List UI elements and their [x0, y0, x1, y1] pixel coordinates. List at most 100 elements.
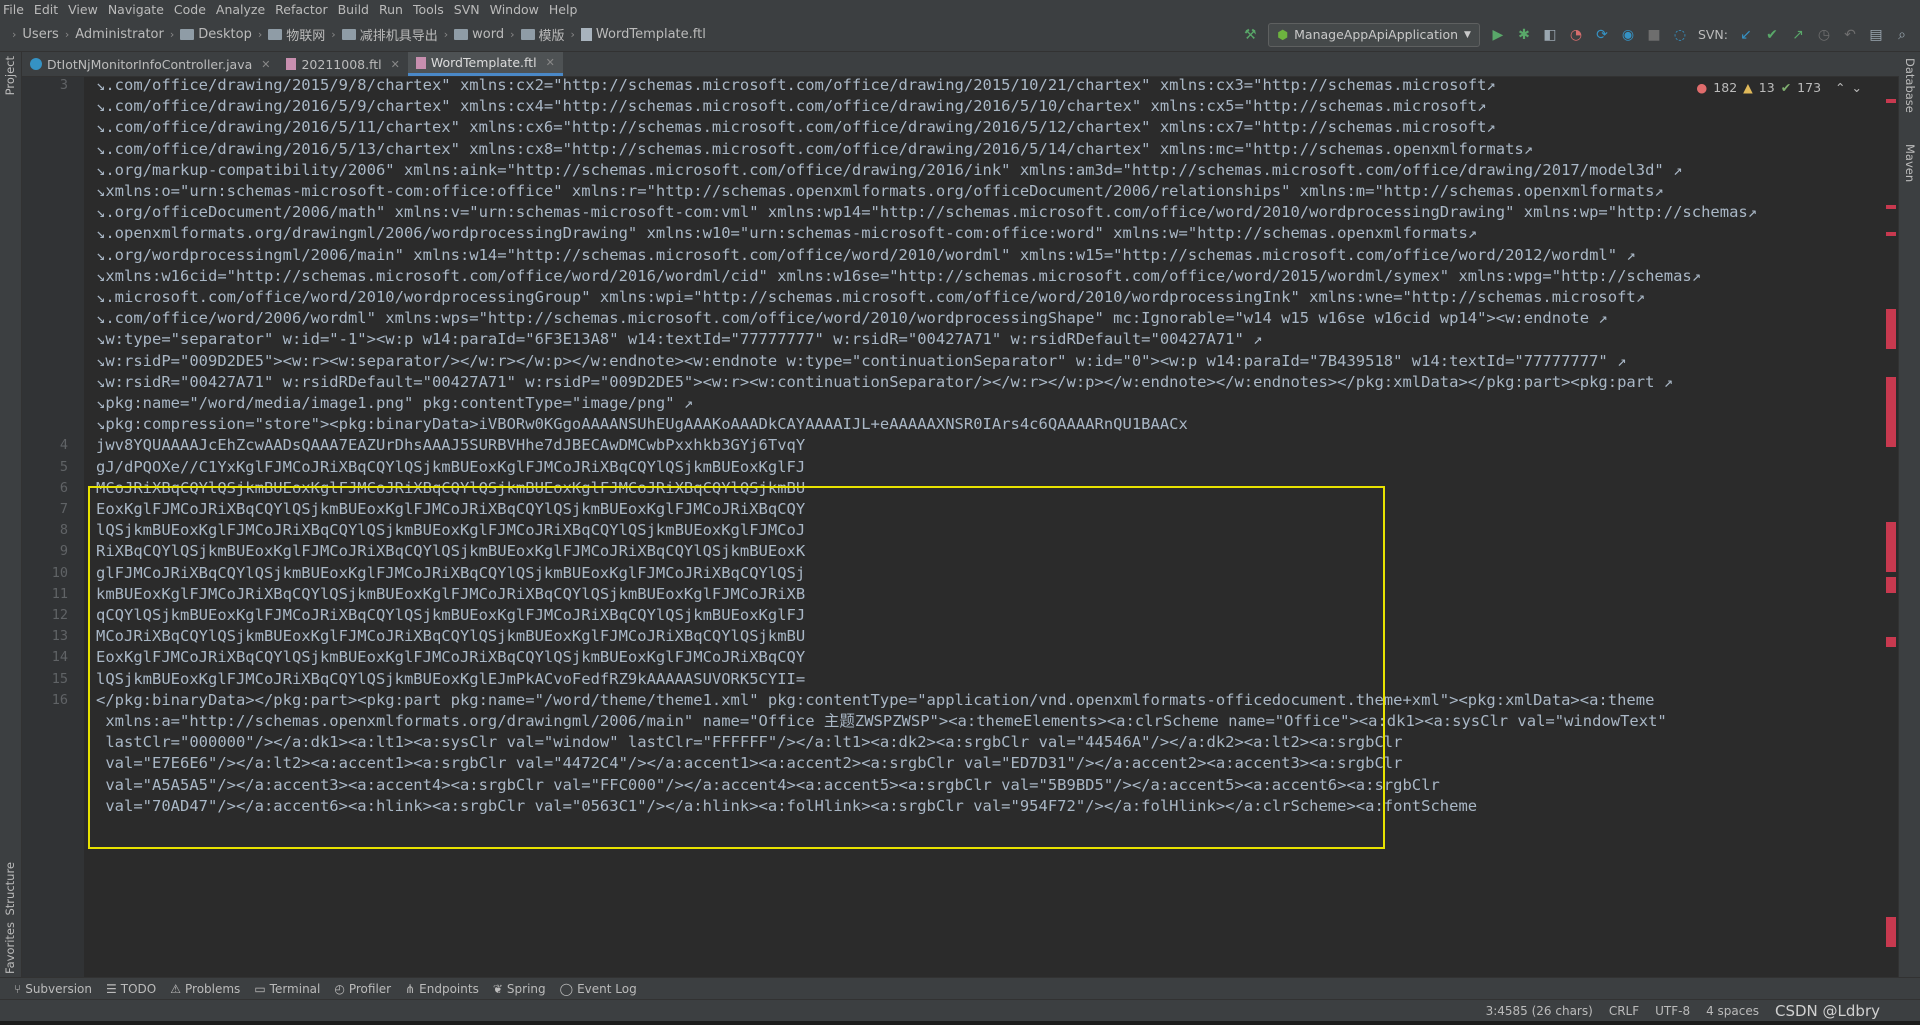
build-hammer-icon[interactable]: ⚒ [1242, 27, 1258, 43]
line-number: 16 [51, 691, 68, 708]
close-icon[interactable]: ✕ [261, 58, 270, 71]
tool-profiler[interactable]: ◴ Profiler [334, 982, 391, 996]
menu-analyze[interactable]: Analyze [211, 2, 270, 17]
chevron-down-icon[interactable]: ⌄ [1852, 80, 1862, 95]
tool-label: Subversion [25, 982, 92, 996]
tool-endpoints[interactable]: ⋔ Endpoints [405, 982, 479, 996]
tool-event-log[interactable]: ◯ Event Log [560, 982, 637, 996]
status-bar: 3:4585 (26 chars) CRLF UTF-8 4 spaces CS… [0, 999, 1920, 1022]
error-marker[interactable] [1886, 232, 1896, 236]
menu-edit[interactable]: Edit [29, 2, 63, 17]
file-encoding[interactable]: UTF-8 [1655, 1004, 1690, 1018]
error-marker[interactable] [1886, 205, 1896, 209]
chevron-up-icon[interactable]: ⌃ [1835, 80, 1845, 95]
error-marker[interactable] [1886, 522, 1896, 562]
svn-update-icon[interactable]: ↙ [1738, 27, 1754, 43]
tool-subversion[interactable]: ⑂ Subversion [14, 982, 92, 996]
history-icon[interactable]: ◷ [1816, 27, 1832, 43]
svn-push-icon[interactable]: ↗ [1790, 27, 1806, 43]
breadcrumb-separator: › [510, 28, 515, 41]
menu-svn[interactable]: SVN [449, 2, 485, 17]
close-icon[interactable]: ✕ [546, 56, 555, 69]
menu-help[interactable]: Help [544, 2, 583, 17]
breadcrumb-separator: › [570, 28, 575, 41]
debug-icon[interactable]: ✱ [1516, 27, 1532, 43]
folder-icon [268, 29, 283, 40]
tool-spring[interactable]: ❦ Spring [493, 982, 546, 996]
structure-tool-button[interactable]: Structure [3, 862, 17, 916]
editor-tabs: DtIotNjMonitorInfoController.java ✕ 202110… [22, 52, 1899, 77]
endpoints-icon: ⋔ [405, 982, 416, 996]
error-marker[interactable] [1886, 377, 1896, 447]
profile-icon[interactable]: ◔ [1568, 27, 1584, 43]
update-icon[interactable]: ⟳ [1594, 27, 1610, 43]
breadcrumb-item[interactable]: Users [22, 27, 58, 42]
breadcrumb-item[interactable]: Desktop [198, 27, 252, 42]
maven-tool-button[interactable]: Maven [1903, 144, 1917, 182]
bottom-tool-bar: ⑂ Subversion ☰ TODO ⚠ Problems ▭ Terminal ◴ Profi… [0, 977, 1920, 1000]
tool-terminal[interactable]: ▭ Terminal [254, 982, 320, 996]
error-marker[interactable] [1886, 99, 1896, 103]
menu-file[interactable]: File [0, 2, 29, 17]
breadcrumb-item[interactable]: 物联网 [286, 25, 325, 44]
caret-position[interactable]: 3:4585 (26 chars) [1486, 1004, 1593, 1018]
project-structure-icon[interactable]: ▤ [1868, 27, 1884, 43]
menu-navigate[interactable]: Navigate [103, 2, 169, 17]
database-tool-button[interactable]: Database [1903, 58, 1917, 113]
breadcrumb-item[interactable]: 减排机具导出 [360, 25, 438, 44]
line-number-gutter: 3 4 5 6 7 8 9 10 11 12 13 14 15 16 [22, 77, 84, 977]
event-log-icon: ◯ [559, 982, 574, 996]
breadcrumb-item[interactable]: 模版 [539, 25, 565, 44]
right-tool-strip: Database Maven [1898, 52, 1920, 978]
breadcrumb-item[interactable]: WordTemplate.ftl [596, 27, 706, 42]
watermark: CSDN @Ldbry [1775, 1002, 1880, 1020]
search-everywhere-icon[interactable]: ◌ [1672, 27, 1688, 43]
tool-todo[interactable]: ☰ TODO [106, 982, 156, 996]
search-icon[interactable]: ⌕ [1894, 27, 1910, 43]
subversion-icon: ⑂ [14, 982, 22, 996]
error-marker[interactable] [1886, 562, 1896, 572]
menu-code[interactable]: Code [169, 2, 211, 17]
svn-commit-icon[interactable]: ✔ [1764, 27, 1780, 43]
editor-tab[interactable]: WordTemplate.ftl ✕ [407, 52, 563, 76]
rollback-icon[interactable]: ↶ [1842, 27, 1858, 43]
navigation-bar: › Users › Administrator › Desktop › 物联网 › 减排机具导出 ›… [0, 18, 1920, 52]
folder-icon [454, 29, 469, 40]
breadcrumb-separator: › [331, 28, 336, 41]
project-tool-button[interactable]: Project [3, 56, 17, 95]
menu-tools[interactable]: Tools [408, 2, 449, 17]
error-marker[interactable] [1886, 309, 1896, 349]
breadcrumb-item[interactable]: Administrator [75, 27, 164, 42]
indent-setting[interactable]: 4 spaces [1706, 1004, 1759, 1018]
file-icon [580, 28, 592, 41]
run-icon[interactable]: ▶ [1490, 27, 1506, 43]
favorites-tool-button[interactable]: Favorites [3, 922, 17, 974]
error-icon: ● [1696, 80, 1708, 95]
menu-window[interactable]: Window [485, 2, 544, 17]
tool-problems[interactable]: ⚠ Problems [170, 982, 240, 996]
chevron-down-icon: ▼ [1464, 29, 1471, 40]
profiler-icon: ◴ [334, 982, 345, 996]
tool-label: Profiler [348, 982, 392, 996]
browser-icon[interactable]: ◉ [1620, 27, 1636, 43]
editor-tab[interactable]: 20211008.ftl ✕ [278, 52, 407, 76]
error-marker[interactable] [1886, 577, 1896, 593]
menu-refactor[interactable]: Refactor [270, 2, 332, 17]
breadcrumb-item[interactable]: word [472, 27, 504, 42]
coverage-icon[interactable]: ◧ [1542, 27, 1558, 43]
inspection-widget[interactable]: ● 182 ▲ 13 ✔ 173 ⌃ ⌄ [1696, 80, 1862, 95]
breadcrumb: › Users › Administrator › Desktop › 物联网 › 减排机具导出 ›… [0, 25, 706, 44]
run-configuration-select[interactable]: ⬢ ManageAppApiApplication ▼ [1268, 22, 1480, 47]
error-stripe[interactable] [1884, 77, 1898, 977]
menu-run[interactable]: Run [374, 2, 408, 17]
stop-icon[interactable]: ■ [1646, 27, 1662, 43]
breadcrumb-separator: › [12, 28, 17, 41]
left-tool-strip: Project Structure Favorites [0, 52, 22, 978]
error-marker[interactable] [1886, 917, 1896, 947]
menu-build[interactable]: Build [333, 2, 374, 17]
error-marker[interactable] [1886, 637, 1896, 647]
line-separator[interactable]: CRLF [1609, 1004, 1639, 1018]
tab-label: 20211008.ftl [301, 56, 382, 72]
close-icon[interactable]: ✕ [391, 58, 400, 71]
menu-view[interactable]: View [63, 2, 103, 17]
